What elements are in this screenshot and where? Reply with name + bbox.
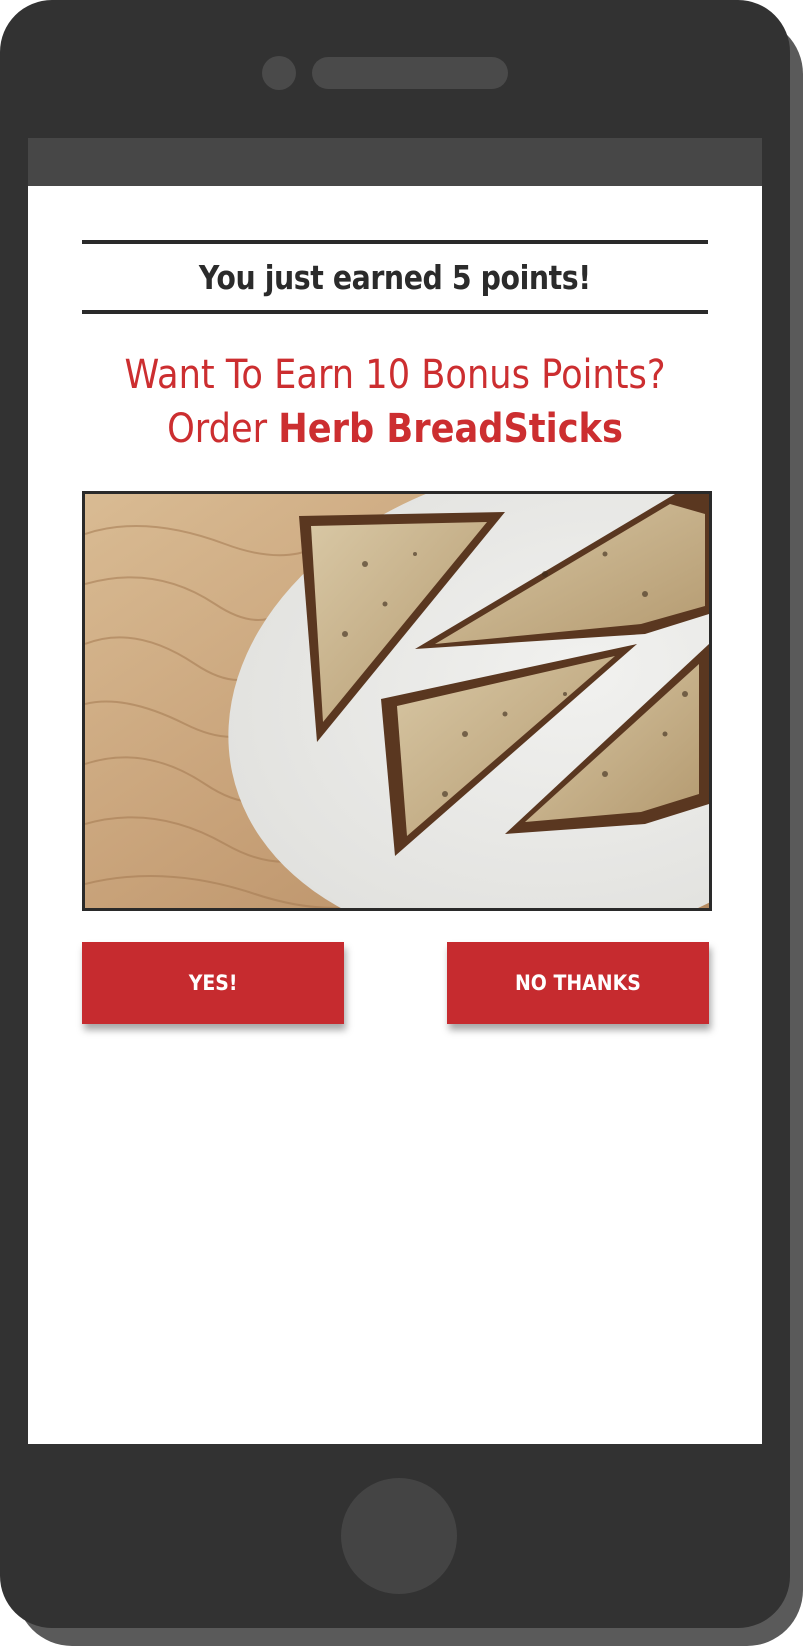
earpiece-speaker <box>312 57 508 89</box>
points-banner-text: You just earned 5 points! <box>199 257 591 297</box>
product-image <box>82 491 712 911</box>
offer-headline: Want To Earn 10 Bonus Points? Order Herb… <box>28 348 762 456</box>
no-thanks-button-label: NO THANKS <box>515 971 641 995</box>
offer-line-2: Order Herb BreadSticks <box>72 402 718 456</box>
breadsticks-photo <box>85 494 709 908</box>
offer-prefix: Order <box>167 406 279 452</box>
phone-body: You just earned 5 points! Want To Earn 1… <box>0 0 790 1628</box>
phone-mockup: You just earned 5 points! Want To Earn 1… <box>0 0 803 1646</box>
yes-button-label: YES! <box>188 971 238 995</box>
front-camera <box>262 56 296 90</box>
status-bar <box>28 138 762 186</box>
points-banner: You just earned 5 points! <box>82 240 708 314</box>
offer-item-name: Herb BreadSticks <box>278 406 623 452</box>
app-screen: You just earned 5 points! Want To Earn 1… <box>28 186 762 1444</box>
no-thanks-button[interactable]: NO THANKS <box>447 942 709 1024</box>
offer-line-1: Want To Earn 10 Bonus Points? <box>124 352 666 398</box>
home-button[interactable] <box>341 1478 457 1594</box>
yes-button[interactable]: YES! <box>82 942 344 1024</box>
